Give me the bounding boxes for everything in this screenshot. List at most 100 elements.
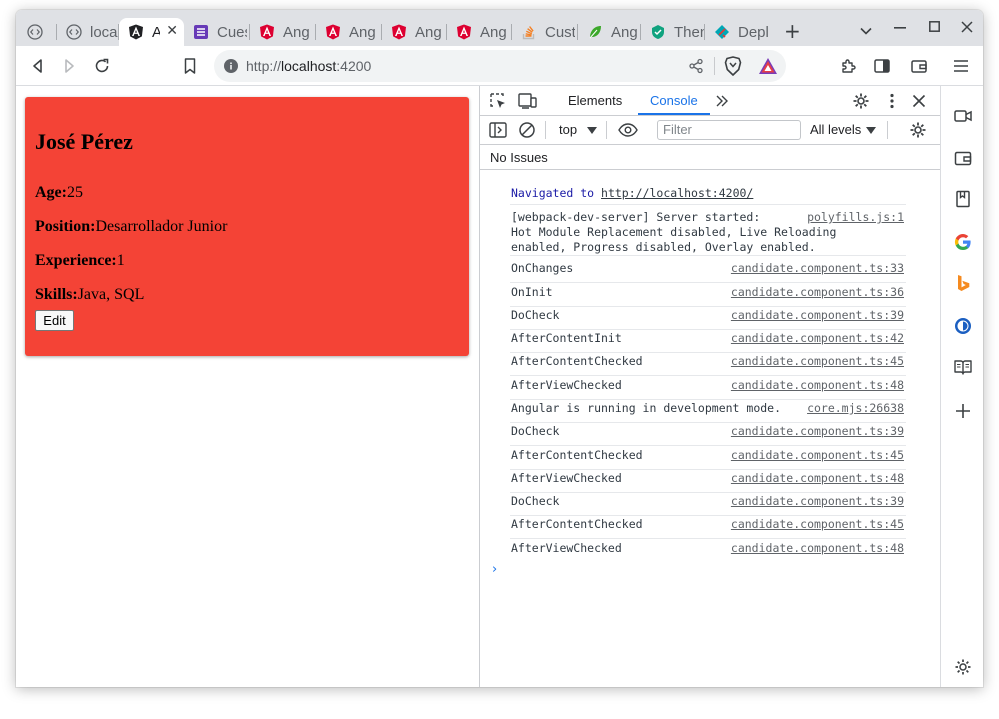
log-source-link[interactable]: candidate.component.ts:48 (731, 471, 904, 485)
console-sidebar-icon[interactable] (489, 122, 507, 138)
url-port: :4200 (336, 58, 372, 74)
tab-title: Depl (738, 23, 768, 41)
navigated-prefix: Navigated to (511, 186, 595, 200)
log-source-link[interactable]: candidate.component.ts:33 (731, 261, 904, 275)
skills-label: Skills: (35, 286, 78, 303)
edit-button[interactable]: Edit (35, 310, 74, 331)
more-tabs-chevron-icon[interactable] (715, 95, 729, 107)
log-source-link[interactable]: candidate.component.ts:45 (731, 448, 904, 462)
log-source-link[interactable]: candidate.component.ts:39 (731, 308, 904, 322)
forward-icon[interactable] (59, 56, 79, 76)
tab-angular-4[interactable]: Ang (447, 18, 512, 46)
vpn-icon[interactable] (953, 316, 973, 336)
add-icon[interactable] (953, 401, 973, 421)
browser-toolbar: http://localhost:4200 (16, 46, 983, 86)
log-source-link[interactable]: candidate.component.ts:48 (731, 541, 904, 555)
issues-count[interactable]: No Issues (490, 150, 548, 165)
minimize-icon[interactable] (894, 27, 906, 29)
tab-angular-3[interactable]: Ang (382, 18, 447, 46)
candidate-experience: Experience:1 (35, 252, 125, 270)
tab-devtools-page[interactable] (16, 18, 57, 46)
device-toolbar-icon[interactable] (518, 92, 538, 110)
active-tab-indicator (638, 113, 710, 115)
extensions-icon[interactable] (839, 56, 859, 76)
tab-title: loca (90, 23, 118, 41)
tab-angular-leaf[interactable]: Ang (578, 18, 641, 46)
console-message: OnChanges candidate.component.ts:33 (510, 261, 906, 283)
bookmarks-icon[interactable] (953, 189, 973, 209)
log-source-link[interactable]: candidate.component.ts:36 (731, 285, 904, 299)
candidate-skills: Skills:Java, SQL (35, 286, 144, 304)
tab-console[interactable]: Console (650, 93, 698, 108)
log-source-link[interactable]: candidate.component.ts:48 (731, 378, 904, 392)
devtools-settings-icon[interactable] (852, 92, 870, 110)
url-text[interactable]: http://localhost:4200 (246, 58, 371, 74)
video-icon[interactable] (953, 106, 973, 126)
settings-icon[interactable] (953, 657, 973, 677)
tab-angular-2[interactable]: Ang (316, 18, 382, 46)
angular-shield-icon (260, 24, 274, 40)
reader-icon[interactable] (953, 357, 973, 377)
new-tab-button[interactable]: + (784, 19, 801, 43)
levels-dropdown-icon[interactable] (866, 127, 876, 134)
inspect-element-icon[interactable] (489, 92, 507, 110)
wallet-icon[interactable] (953, 148, 973, 168)
share-icon[interactable] (688, 58, 704, 74)
log-text: OnChanges (511, 261, 574, 275)
window-close-icon[interactable] (961, 21, 973, 33)
log-text: DoCheck (511, 308, 560, 322)
reload-icon[interactable] (92, 56, 112, 76)
live-expression-eye-icon[interactable] (618, 123, 638, 137)
bookmark-icon[interactable] (180, 56, 200, 76)
tab-title: Ang (283, 23, 310, 41)
tab-deploy[interactable]: Depl (705, 18, 769, 46)
webpack-line-1: [webpack-dev-server] Server started: (511, 210, 761, 224)
sidebar-toggle-icon[interactable] (872, 56, 892, 76)
console-prompt[interactable]: › (492, 562, 497, 577)
close-tab-icon[interactable]: ✕ (166, 22, 178, 39)
devtools-panel: Elements Console top Filter All levels N… (479, 86, 941, 687)
tab-stackoverflow[interactable]: Cust (512, 18, 578, 46)
log-source-link[interactable]: candidate.component.ts:39 (731, 494, 904, 508)
skills-value: Java, SQL (77, 286, 145, 303)
clear-console-icon[interactable] (518, 121, 536, 139)
console-message-navigated: Navigated to http://localhost:4200/ (510, 186, 906, 205)
console-toolbar: top Filter All levels (480, 116, 941, 145)
context-selector[interactable]: top (559, 122, 577, 137)
tab-then[interactable]: Then (641, 18, 705, 46)
menu-icon[interactable] (951, 56, 971, 76)
tab-elements[interactable]: Elements (568, 93, 622, 108)
context-dropdown-icon[interactable] (587, 127, 597, 134)
back-icon[interactable] (28, 56, 48, 76)
log-source-link[interactable]: candidate.component.ts:45 (731, 517, 904, 531)
wallet-toolbar-icon[interactable] (909, 56, 929, 76)
tab-strip: loca A ✕ Cues Ang Ang Ang Ang (16, 10, 983, 46)
log-levels-selector[interactable]: All levels (810, 122, 861, 137)
brave-shields-icon[interactable] (724, 56, 742, 76)
log-source-link[interactable]: candidate.component.ts:42 (731, 331, 904, 345)
address-bar[interactable]: http://localhost:4200 (214, 50, 786, 82)
kebab-menu-icon[interactable] (889, 93, 895, 109)
maximize-icon[interactable] (929, 21, 940, 32)
log-source-link[interactable]: candidate.component.ts:39 (731, 424, 904, 438)
tab-localhost[interactable]: loca (57, 18, 119, 46)
shield-green-icon (652, 25, 664, 39)
close-devtools-icon[interactable] (912, 94, 926, 108)
log-source-link[interactable]: candidate.component.ts:45 (731, 354, 904, 368)
console-settings-icon[interactable] (909, 121, 927, 139)
webpack-source-link[interactable]: polyfills.js:1 (807, 210, 904, 224)
google-icon[interactable] (953, 232, 973, 252)
tab-forms[interactable]: Cues (184, 18, 250, 46)
tab-search-chevron-icon[interactable] (860, 27, 872, 35)
bing-icon[interactable] (953, 273, 973, 293)
log-text: AfterViewChecked (511, 471, 622, 485)
log-text: AfterContentChecked (511, 448, 643, 462)
tab-title: Ang (480, 23, 507, 41)
tab-angular-1[interactable]: Ang (250, 18, 316, 46)
brave-rewards-icon[interactable] (758, 57, 778, 75)
tab-angular-app-active[interactable]: A ✕ (119, 18, 184, 46)
info-icon[interactable] (224, 59, 238, 73)
console-filter-input[interactable]: Filter (657, 120, 801, 140)
navigated-link[interactable]: http://localhost:4200/ (601, 186, 753, 200)
log-source-link[interactable]: core.mjs:26638 (807, 401, 904, 415)
